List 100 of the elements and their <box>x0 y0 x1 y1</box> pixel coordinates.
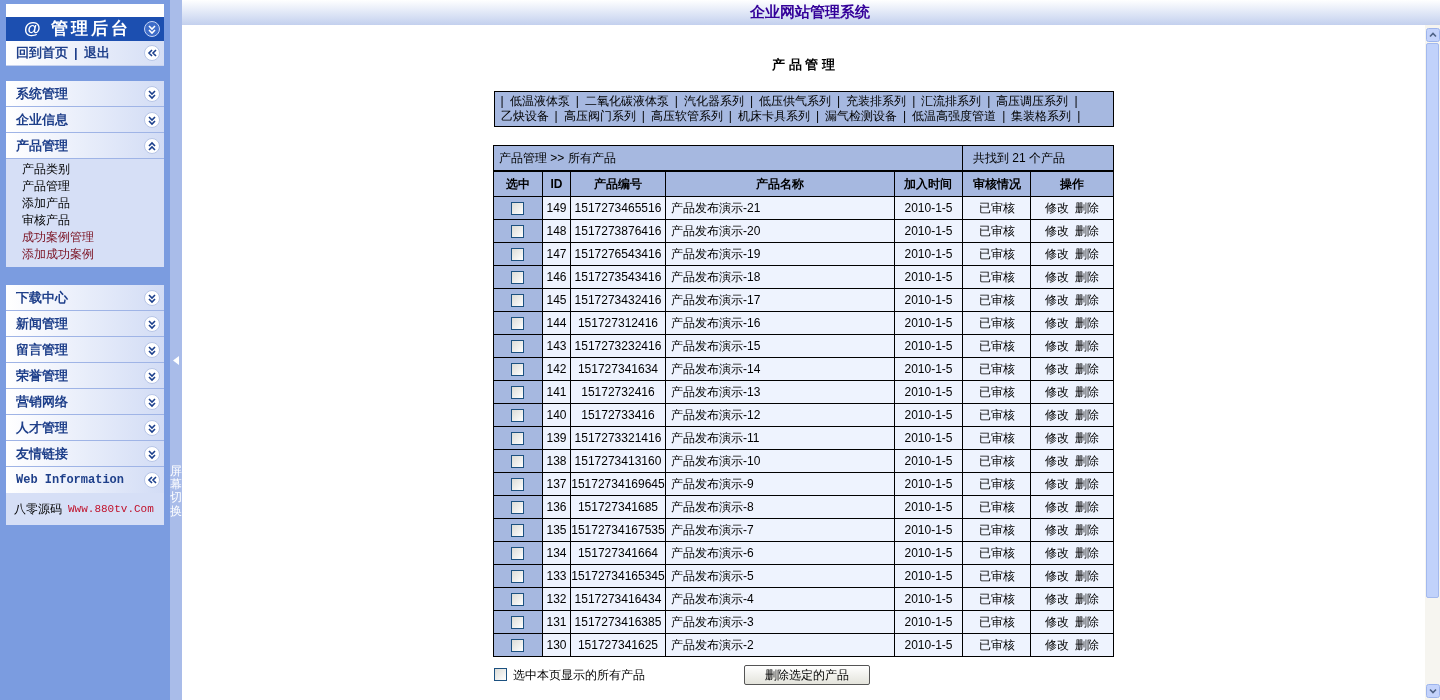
row-checkbox[interactable] <box>511 339 525 353</box>
action-link[interactable]: 删除 <box>1075 405 1099 424</box>
menu-header[interactable]: 系统管理 <box>6 81 164 107</box>
action-link[interactable]: 修改 <box>1045 244 1069 263</box>
sidebar-link[interactable]: 回到首页 <box>16 43 68 63</box>
row-checkbox[interactable] <box>511 454 525 468</box>
action-link[interactable]: 删除 <box>1075 198 1099 217</box>
menu-header[interactable]: 人才管理 <box>6 415 164 441</box>
action-link[interactable]: 修改 <box>1045 497 1069 516</box>
category-link[interactable]: 低温液体泵 <box>509 93 570 109</box>
submenu-link[interactable]: 添加成功案例 <box>22 246 164 263</box>
row-checkbox[interactable] <box>511 224 525 238</box>
action-link[interactable]: 修改 <box>1045 566 1069 585</box>
row-checkbox[interactable] <box>511 500 525 514</box>
menu-header[interactable]: 企业信息 <box>6 107 164 133</box>
double-chevron-down-icon[interactable] <box>144 85 160 102</box>
category-link[interactable]: 汇流排系列 <box>921 93 982 109</box>
double-chevron-up-icon[interactable] <box>144 137 160 154</box>
action-link[interactable]: 删除 <box>1075 474 1099 493</box>
category-link[interactable]: 充装排系列 <box>846 93 907 109</box>
action-link[interactable]: 修改 <box>1045 313 1069 332</box>
double-chevron-left-icon[interactable] <box>144 45 160 61</box>
double-chevron-down-icon[interactable] <box>144 21 160 37</box>
row-checkbox[interactable] <box>511 477 525 491</box>
double-chevron-down-icon[interactable] <box>144 419 160 436</box>
action-link[interactable]: 修改 <box>1045 336 1069 355</box>
action-link[interactable]: 修改 <box>1045 221 1069 240</box>
action-link[interactable]: 修改 <box>1045 290 1069 309</box>
row-checkbox[interactable] <box>511 270 525 284</box>
category-link[interactable]: 机床卡具系列 <box>737 108 810 124</box>
action-link[interactable]: 删除 <box>1075 382 1099 401</box>
row-checkbox[interactable] <box>511 201 525 215</box>
category-link[interactable]: 低压供气系列 <box>759 93 831 109</box>
row-checkbox[interactable] <box>511 385 525 399</box>
action-link[interactable]: 修改 <box>1045 359 1069 378</box>
scroll-down-icon[interactable] <box>1425 684 1440 698</box>
double-chevron-down-icon[interactable] <box>144 367 160 384</box>
category-link[interactable]: 二氧化碳液体泵 <box>584 93 669 109</box>
action-link[interactable]: 删除 <box>1075 635 1099 654</box>
action-link[interactable]: 修改 <box>1045 520 1069 539</box>
menu-header[interactable]: 荣誉管理 <box>6 363 164 389</box>
action-link[interactable]: 删除 <box>1075 612 1099 631</box>
double-chevron-down-icon[interactable] <box>144 393 160 410</box>
double-chevron-down-icon[interactable] <box>144 445 160 462</box>
row-checkbox[interactable] <box>511 362 525 376</box>
action-link[interactable]: 删除 <box>1075 267 1099 286</box>
action-link[interactable]: 删除 <box>1075 336 1099 355</box>
action-link[interactable]: 修改 <box>1045 474 1069 493</box>
sidebar-link[interactable]: 退出 <box>83 43 110 63</box>
row-checkbox[interactable] <box>511 592 525 606</box>
category-link[interactable]: 漏气检测设备 <box>825 108 897 124</box>
category-link[interactable]: 汽化器系列 <box>683 93 744 109</box>
action-link[interactable]: 删除 <box>1075 428 1099 447</box>
menu-header[interactable]: 新闻管理 <box>6 311 164 337</box>
row-checkbox[interactable] <box>511 638 525 652</box>
action-link[interactable]: 删除 <box>1075 451 1099 470</box>
category-link[interactable]: 低温高强度管道 <box>912 108 997 124</box>
row-checkbox[interactable] <box>511 523 525 537</box>
action-link[interactable]: 删除 <box>1075 589 1099 608</box>
action-link[interactable]: 删除 <box>1075 290 1099 309</box>
scroll-thumb[interactable] <box>1426 43 1439 598</box>
row-checkbox[interactable] <box>511 569 525 583</box>
action-link[interactable]: 删除 <box>1075 313 1099 332</box>
category-link[interactable]: 高压阀门系列 <box>563 108 636 124</box>
category-link[interactable]: 乙炔设备 <box>500 108 549 124</box>
web-info-link[interactable]: Www.880tv.Com <box>68 500 154 518</box>
category-link[interactable]: 高压软管系列 <box>650 108 723 124</box>
row-checkbox[interactable] <box>511 247 525 261</box>
action-link[interactable]: 修改 <box>1045 405 1069 424</box>
action-link[interactable]: 修改 <box>1045 451 1069 470</box>
double-chevron-down-icon[interactable] <box>144 289 160 306</box>
submenu-link[interactable]: 添加产品 <box>22 195 164 212</box>
action-link[interactable]: 删除 <box>1075 359 1099 378</box>
menu-header[interactable]: 留言管理 <box>6 337 164 363</box>
row-checkbox[interactable] <box>511 293 525 307</box>
double-chevron-down-icon[interactable] <box>144 315 160 332</box>
menu-header[interactable]: 产品管理 <box>6 133 164 159</box>
action-link[interactable]: 修改 <box>1045 612 1069 631</box>
action-link[interactable]: 删除 <box>1075 244 1099 263</box>
double-chevron-down-icon[interactable] <box>144 111 160 128</box>
action-link[interactable]: 修改 <box>1045 267 1069 286</box>
row-checkbox[interactable] <box>511 408 525 422</box>
menu-header[interactable]: 营销网络 <box>6 389 164 415</box>
row-checkbox[interactable] <box>511 546 525 560</box>
action-link[interactable]: 删除 <box>1075 566 1099 585</box>
submenu-link[interactable]: 审核产品 <box>22 212 164 229</box>
scroll-up-icon[interactable] <box>1425 28 1440 42</box>
action-link[interactable]: 删除 <box>1075 221 1099 240</box>
menu-header[interactable]: 下载中心 <box>6 285 164 311</box>
submenu-link[interactable]: 产品类别 <box>22 161 164 178</box>
double-chevron-left-icon[interactable] <box>144 472 160 488</box>
action-link[interactable]: 修改 <box>1045 428 1069 447</box>
action-link[interactable]: 修改 <box>1045 589 1069 608</box>
double-chevron-down-icon[interactable] <box>144 341 160 358</box>
action-link[interactable]: 修改 <box>1045 635 1069 654</box>
row-checkbox[interactable] <box>511 431 525 445</box>
action-link[interactable]: 删除 <box>1075 543 1099 562</box>
action-link[interactable]: 修改 <box>1045 382 1069 401</box>
row-checkbox[interactable] <box>511 316 525 330</box>
action-link[interactable]: 修改 <box>1045 543 1069 562</box>
